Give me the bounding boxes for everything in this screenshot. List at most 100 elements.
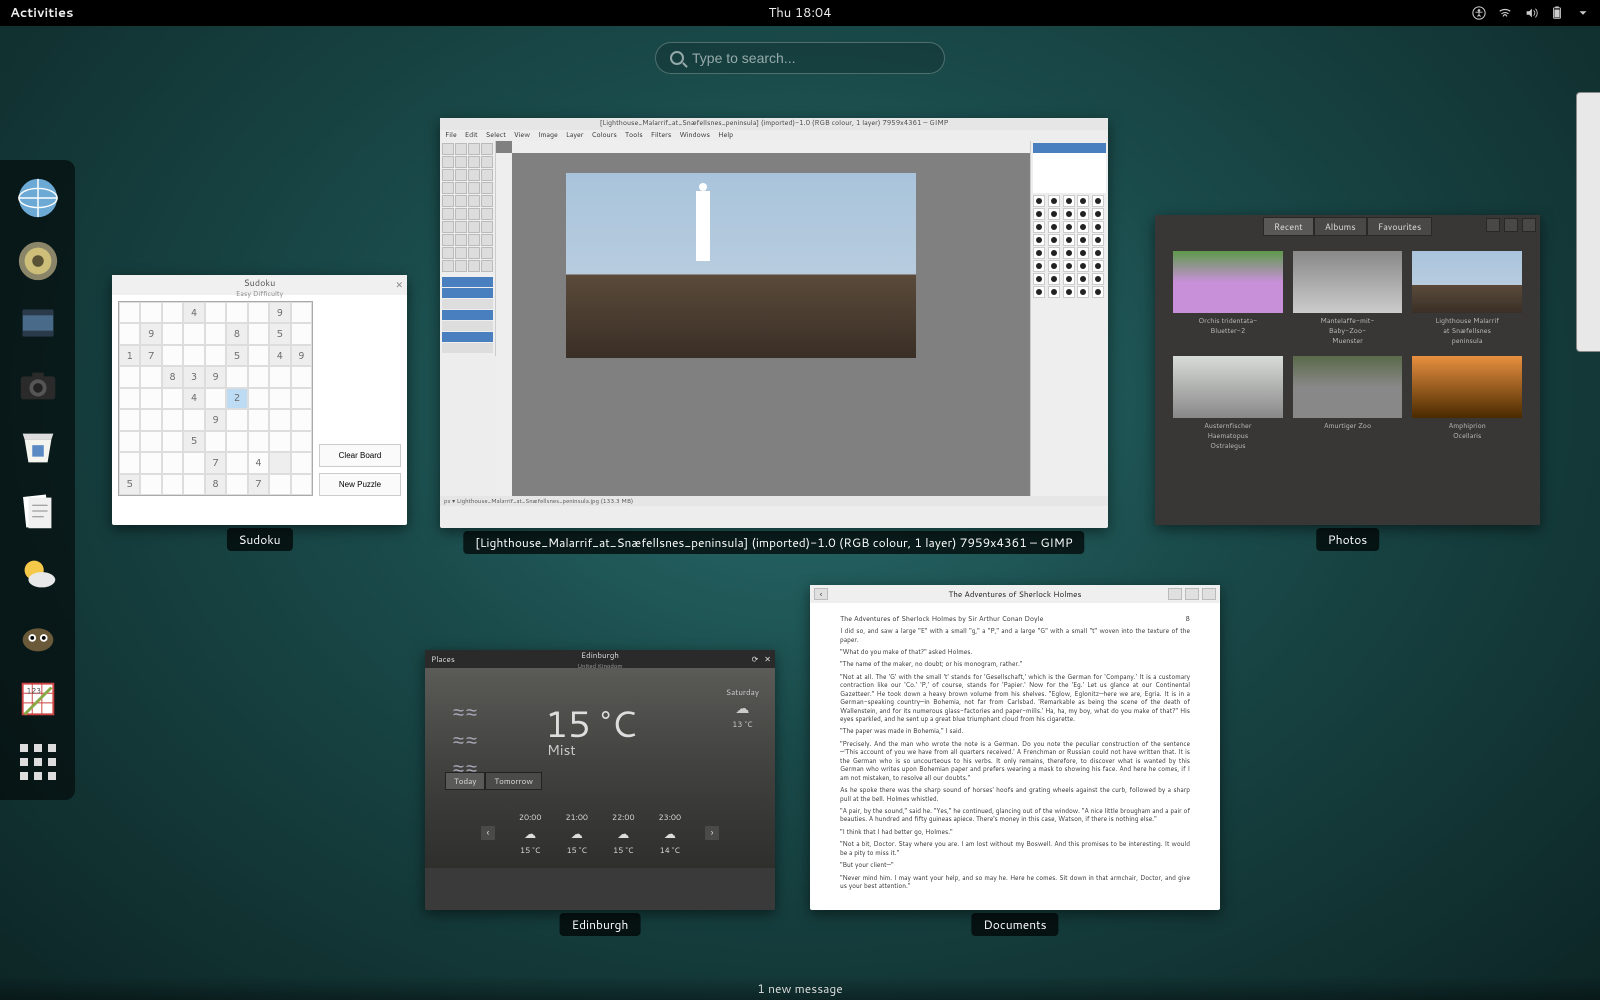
sudoku-cell[interactable] [119, 452, 140, 473]
sudoku-cell[interactable]: 9 [205, 409, 226, 430]
gimp-tool[interactable] [468, 156, 480, 168]
gimp-layers[interactable] [1033, 143, 1106, 193]
dash-app-sudoku[interactable]: 123 [10, 675, 66, 724]
gimp-menu-item[interactable]: Layer [566, 130, 584, 141]
sudoku-cell[interactable] [248, 409, 269, 430]
gimp-tool[interactable] [442, 247, 454, 259]
sudoku-cell[interactable] [226, 302, 247, 323]
window-documents[interactable]: ‹ The Adventures of Sherlock Holmes The … [810, 585, 1220, 910]
gimp-brush[interactable] [1033, 221, 1045, 233]
sudoku-cell[interactable] [226, 431, 247, 452]
gimp-brush[interactable] [1033, 273, 1045, 285]
gimp-tool[interactable] [468, 247, 480, 259]
sudoku-cell[interactable] [162, 345, 183, 366]
sudoku-cell[interactable] [291, 474, 312, 495]
back-icon[interactable]: ‹ [814, 588, 828, 600]
gimp-brush[interactable] [1092, 221, 1104, 233]
dash-app-music[interactable] [10, 237, 66, 286]
sudoku-cell[interactable] [140, 409, 161, 430]
gimp-brush[interactable] [1092, 234, 1104, 246]
sudoku-cell[interactable] [269, 452, 290, 473]
documents-page[interactable]: The Adventures of Sherlock Holmes by Sir… [810, 603, 1220, 907]
photo-item[interactable]: Mantelaffe-mit- Baby-Zoo- Muenster [1293, 251, 1403, 346]
search-input[interactable] [692, 50, 930, 66]
sudoku-cell[interactable]: 4 [183, 302, 204, 323]
sudoku-cell[interactable] [140, 452, 161, 473]
gimp-tool[interactable] [468, 260, 480, 272]
sudoku-cell[interactable]: 5 [183, 431, 204, 452]
gimp-menu-item[interactable]: Tools [625, 130, 643, 141]
gimp-brush[interactable] [1048, 260, 1060, 272]
gimp-brush[interactable] [1092, 286, 1104, 298]
sudoku-cell[interactable] [248, 366, 269, 387]
gimp-tool[interactable] [455, 182, 467, 194]
gimp-menu-item[interactable]: File [445, 130, 457, 141]
gimp-tool[interactable] [481, 234, 493, 246]
sudoku-cell[interactable] [119, 323, 140, 344]
gimp-brush[interactable] [1077, 273, 1089, 285]
window-sudoku[interactable]: Sudoku Easy Difficulty ✕ 499851754983942… [112, 275, 407, 525]
gimp-brush[interactable] [1092, 273, 1104, 285]
gimp-dockable[interactable] [1030, 141, 1108, 496]
sudoku-cell[interactable] [291, 388, 312, 409]
gimp-tool[interactable] [468, 195, 480, 207]
gimp-tool[interactable] [481, 260, 493, 272]
gimp-brush[interactable] [1048, 273, 1060, 285]
sudoku-cell[interactable] [183, 323, 204, 344]
workspace-selector[interactable] [1576, 92, 1600, 352]
gimp-brush[interactable] [1063, 286, 1075, 298]
gimp-tool[interactable] [442, 234, 454, 246]
sudoku-cell[interactable]: 9 [291, 345, 312, 366]
gimp-tool[interactable] [468, 221, 480, 233]
weather-day-toggle[interactable]: Today Tomorrow [445, 772, 542, 790]
gimp-menu-item[interactable]: Help [718, 130, 733, 141]
sudoku-cell[interactable] [205, 302, 226, 323]
sudoku-cell[interactable]: 7 [140, 345, 161, 366]
sudoku-cell[interactable] [248, 323, 269, 344]
gimp-tool[interactable] [468, 182, 480, 194]
sudoku-cell[interactable]: 9 [205, 366, 226, 387]
sudoku-cell[interactable] [226, 409, 247, 430]
sudoku-cell[interactable] [291, 409, 312, 430]
gimp-brush[interactable] [1048, 286, 1060, 298]
sudoku-cell[interactable] [291, 366, 312, 387]
sudoku-cell[interactable] [205, 431, 226, 452]
gimp-tool[interactable] [455, 156, 467, 168]
sudoku-cell[interactable] [291, 431, 312, 452]
gimp-tool[interactable] [455, 247, 467, 259]
chevron-left-icon[interactable]: ‹ [481, 826, 495, 840]
weather-tomorrow-tab[interactable]: Tomorrow [485, 772, 542, 790]
sudoku-clear-button[interactable]: Clear Board [319, 444, 401, 467]
sudoku-cell[interactable] [162, 388, 183, 409]
gimp-brush[interactable] [1033, 247, 1045, 259]
gimp-tool[interactable] [481, 143, 493, 155]
gimp-canvas[interactable] [496, 141, 1030, 496]
photo-item[interactable]: Amurtiger Zoo [1293, 356, 1403, 451]
gimp-brush[interactable] [1048, 234, 1060, 246]
gimp-brush[interactable] [1077, 247, 1089, 259]
sudoku-cell[interactable] [205, 388, 226, 409]
sudoku-cell[interactable]: 7 [205, 452, 226, 473]
photos-tab-albums[interactable]: Albums [1314, 217, 1367, 236]
photos-tab-favourites[interactable]: Favourites [1367, 217, 1433, 236]
close-icon[interactable]: ✕ [395, 278, 403, 291]
sudoku-cell[interactable] [226, 452, 247, 473]
gimp-brush[interactable] [1063, 195, 1075, 207]
notification-text[interactable]: 1 new message [757, 980, 843, 997]
gimp-tool[interactable] [481, 195, 493, 207]
weather-today-tab[interactable]: Today [445, 772, 485, 790]
sudoku-cell[interactable] [226, 366, 247, 387]
gimp-brush[interactable] [1033, 286, 1045, 298]
gimp-brush[interactable] [1048, 247, 1060, 259]
sudoku-cell[interactable] [183, 452, 204, 473]
sudoku-cell[interactable] [140, 431, 161, 452]
dash-app-camera[interactable] [10, 362, 66, 411]
sudoku-cell[interactable] [269, 474, 290, 495]
sudoku-cell[interactable] [248, 431, 269, 452]
gimp-brush[interactable] [1033, 260, 1045, 272]
sudoku-cell[interactable]: 8 [205, 474, 226, 495]
sudoku-cell[interactable]: 4 [248, 452, 269, 473]
gimp-tool[interactable] [481, 221, 493, 233]
gimp-toolbox[interactable] [440, 141, 496, 274]
gimp-brush[interactable] [1092, 260, 1104, 272]
